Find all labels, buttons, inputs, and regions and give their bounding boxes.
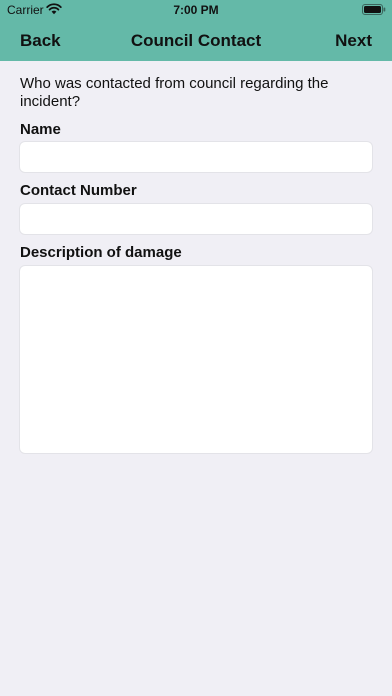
description-label: Description of damage	[20, 244, 182, 261]
status-bar: Carrier 7:00 PM	[0, 0, 392, 20]
next-button[interactable]: Next	[335, 31, 372, 51]
form-content: Who was contacted from council regarding…	[0, 61, 392, 696]
contact-number-field[interactable]	[19, 203, 373, 235]
navigation-bar: Back Council Contact Next	[0, 20, 392, 61]
description-textarea[interactable]	[19, 265, 373, 454]
form-intro-text: Who was contacted from council regarding…	[20, 75, 329, 110]
name-field[interactable]	[19, 141, 373, 173]
battery-icon	[362, 4, 386, 15]
status-time: 7:00 PM	[173, 3, 219, 17]
back-button[interactable]: Back	[20, 31, 61, 51]
contact-number-label: Contact Number	[20, 182, 137, 199]
name-label: Name	[20, 121, 61, 138]
app-header: Carrier 7:00 PM Back Council Contact Nex…	[0, 0, 392, 61]
